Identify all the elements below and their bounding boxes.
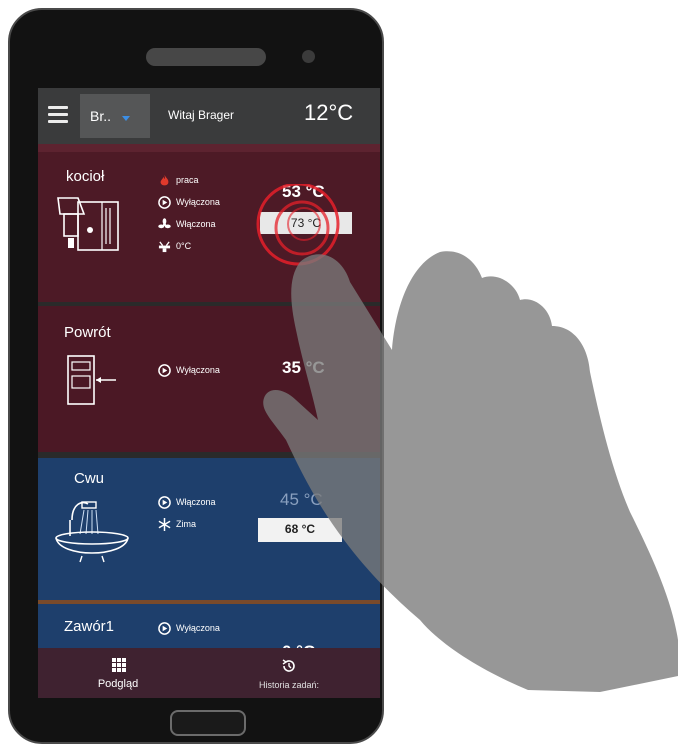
- pointing-hand: [263, 251, 678, 692]
